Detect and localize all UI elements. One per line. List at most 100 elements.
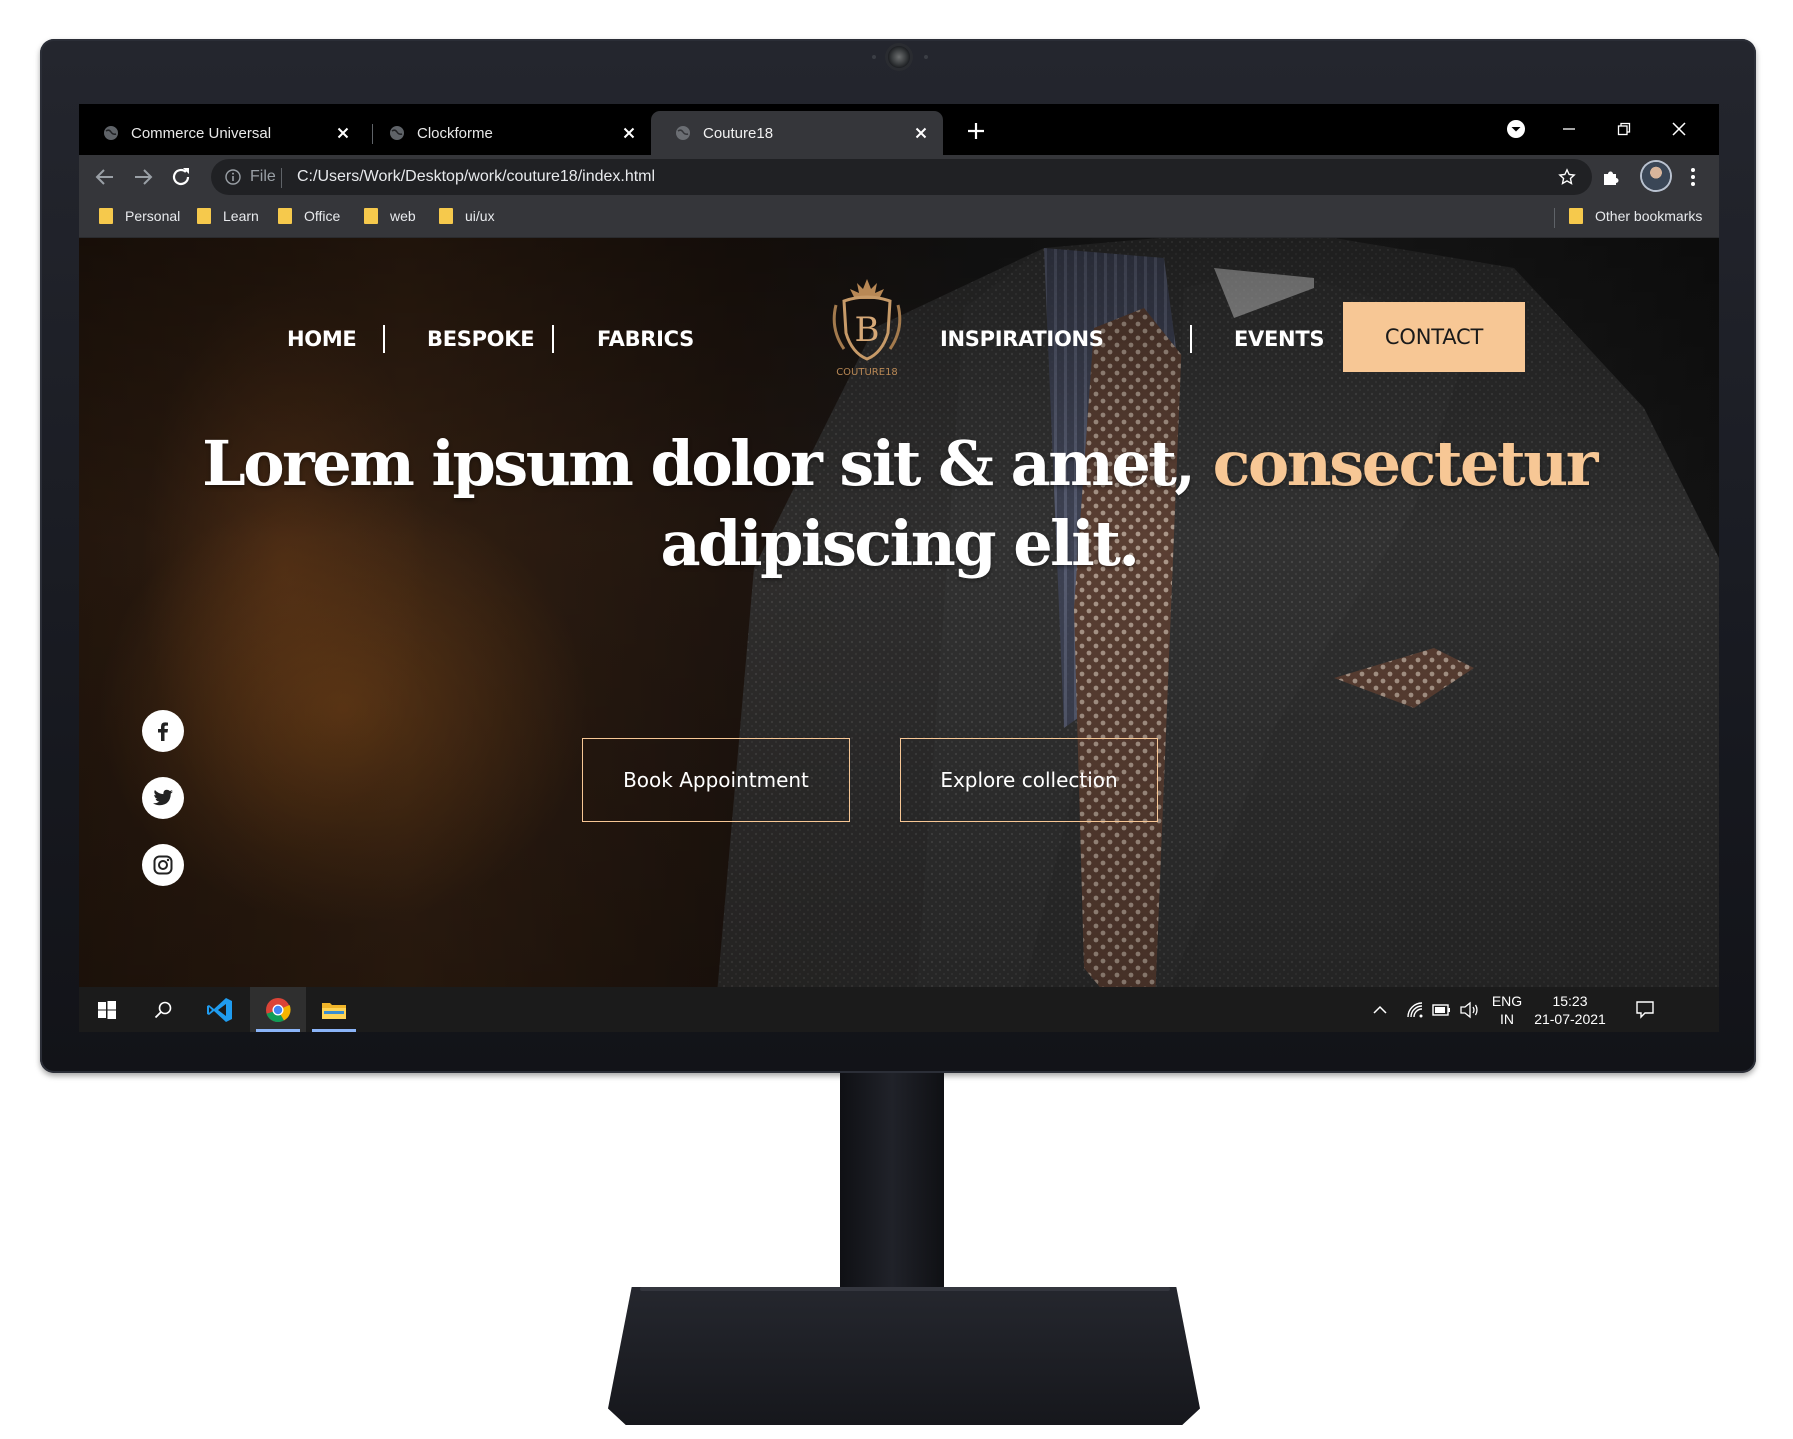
vscode-taskbar-button[interactable]: [192, 987, 248, 1032]
hero-text: Lorem ipsum dolor sit & amet,: [202, 427, 1213, 500]
twitter-icon: [153, 789, 173, 806]
tab-search-button[interactable]: [1501, 114, 1531, 144]
volume-icon[interactable]: [1459, 1001, 1479, 1019]
logo-wordmark: COUTURE18: [836, 367, 898, 378]
folder-icon: [99, 208, 113, 224]
facebook-icon: [158, 722, 168, 741]
nav-events[interactable]: EVENTS: [1234, 327, 1324, 351]
address-bar[interactable]: File C:/Users/Work/Desktop/work/couture1…: [211, 159, 1592, 195]
monitor-stand-base: [608, 1287, 1200, 1425]
bookmark-label: web: [390, 208, 416, 224]
book-appointment-label: Book Appointment: [623, 768, 809, 792]
bookmark-uiux[interactable]: ui/ux: [439, 208, 495, 224]
more-vertical-icon[interactable]: [1681, 165, 1705, 189]
chrome-taskbar-button[interactable]: [250, 987, 306, 1032]
bookmark-label: Learn: [223, 208, 259, 224]
close-icon[interactable]: [621, 125, 637, 141]
forward-arrow-icon[interactable]: [131, 165, 155, 189]
explore-collection-label: Explore collection: [940, 768, 1118, 792]
tab-label: Couture18: [703, 124, 774, 142]
back-arrow-icon[interactable]: [93, 165, 117, 189]
reload-icon[interactable]: [169, 165, 193, 189]
close-icon[interactable]: [335, 125, 351, 141]
nav-inspirations[interactable]: INSPIRATIONS: [940, 327, 1104, 351]
folder-icon: [197, 208, 211, 224]
url-scheme-label: File: [250, 168, 276, 185]
start-button[interactable]: [79, 987, 135, 1032]
close-icon[interactable]: [913, 125, 929, 141]
contact-button[interactable]: CONTACT: [1343, 302, 1525, 372]
active-app-indicator: [256, 1029, 300, 1032]
bookmark-label: ui/ux: [465, 208, 495, 224]
profile-avatar[interactable]: [1642, 162, 1670, 190]
extensions-puzzle-icon[interactable]: [1599, 165, 1623, 189]
monitor-stand-highlight: [640, 1287, 1170, 1291]
tab-couture18[interactable]: Couture18: [651, 111, 943, 155]
battery-icon[interactable]: [1432, 1002, 1452, 1018]
bookmarks-bar: Personal Learn Office web ui/ux Other bo…: [79, 199, 1719, 238]
folder-icon: [364, 208, 378, 224]
bookmark-label: Personal: [125, 208, 181, 224]
close-window-button[interactable]: [1664, 114, 1694, 144]
globe-icon: [390, 126, 404, 140]
bookmark-personal[interactable]: Personal: [99, 208, 180, 224]
restore-button[interactable]: [1609, 114, 1639, 144]
contact-button-label: CONTACT: [1384, 325, 1484, 349]
wifi-icon[interactable]: [1406, 1001, 1424, 1019]
hero-headline: Lorem ipsum dolor sit & amet, consectetu…: [79, 424, 1719, 584]
bookmarks-separator: [1554, 208, 1555, 228]
language-indicator[interactable]: ENG IN: [1489, 992, 1525, 1028]
file-explorer-taskbar-button[interactable]: [306, 987, 362, 1032]
bookmark-office[interactable]: Office: [278, 208, 340, 224]
windows-logo-icon: [98, 1000, 116, 1019]
bookmark-star-icon[interactable]: [1558, 168, 1576, 186]
tab-commerce-universal[interactable]: Commerce Universal: [79, 111, 365, 155]
instagram-icon: [153, 855, 173, 875]
bookmark-learn[interactable]: Learn: [197, 208, 259, 224]
bookmark-label: Other bookmarks: [1595, 208, 1703, 224]
chrome-icon: [266, 997, 291, 1022]
url-text[interactable]: C:/Users/Work/Desktop/work/couture18/ind…: [297, 168, 655, 186]
instagram-button[interactable]: [142, 844, 184, 886]
bookmark-other[interactable]: Other bookmarks: [1569, 208, 1702, 224]
nav-divider: [552, 325, 554, 353]
file-explorer-icon: [322, 1002, 346, 1019]
facebook-button[interactable]: [142, 710, 184, 752]
new-tab-plus-icon[interactable]: [966, 121, 986, 141]
couture18-crest-logo[interactable]: B COUTURE18: [822, 271, 912, 381]
browser-tab-bar: Commerce Universal Clockforme Couture18: [79, 104, 1719, 155]
website-hero: HOME BESPOKE FABRICS B COUTURE18 INSPIRA…: [79, 238, 1719, 987]
notifications-icon[interactable]: [1635, 999, 1655, 1019]
webcam-led: [924, 55, 928, 59]
chevron-up-icon[interactable]: [1372, 1002, 1388, 1018]
clock[interactable]: 15:23 21-07-2021: [1532, 992, 1608, 1028]
browser-toolbar: File C:/Users/Work/Desktop/work/couture1…: [79, 155, 1719, 199]
svg-text:B: B: [855, 310, 880, 350]
tab-label: Clockforme: [417, 124, 493, 142]
bookmark-web[interactable]: web: [364, 208, 416, 224]
chevron-down-circle-icon: [1507, 120, 1525, 138]
hero-accent-text: consectetur: [1212, 427, 1599, 500]
info-icon[interactable]: [225, 169, 241, 185]
bookmark-label: Office: [304, 208, 341, 224]
search-button[interactable]: [135, 987, 191, 1032]
twitter-button[interactable]: [142, 777, 184, 819]
nav-fabrics[interactable]: FABRICS: [597, 327, 694, 351]
hero-line-1: Lorem ipsum dolor sit & amet, consectetu…: [79, 424, 1719, 504]
webcam-led: [872, 55, 876, 59]
globe-icon: [104, 126, 118, 140]
minimize-button[interactable]: [1554, 114, 1584, 144]
folder-icon: [439, 208, 453, 224]
close-icon: [1672, 122, 1686, 136]
nav-home[interactable]: HOME: [287, 327, 357, 351]
tab-clockforme[interactable]: Clockforme: [365, 111, 651, 155]
globe-icon: [676, 126, 690, 140]
minimize-icon: [1563, 128, 1575, 130]
nav-bespoke[interactable]: BESPOKE: [427, 327, 535, 351]
monitor-stand-neck: [840, 1073, 944, 1293]
language-code: ENG: [1491, 993, 1523, 1009]
explore-collection-button[interactable]: Explore collection: [900, 738, 1158, 822]
book-appointment-button[interactable]: Book Appointment: [582, 738, 850, 822]
omnibox-separator: [281, 168, 282, 188]
clock-time: 15:23: [1552, 993, 1588, 1009]
